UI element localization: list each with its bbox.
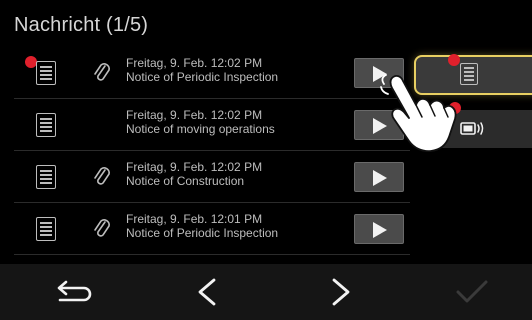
hand-pointer-icon (380, 74, 457, 152)
next-icon (332, 278, 350, 306)
message-row[interactable]: Freitag, 9. Feb. 12:02 PM Notice of movi… (14, 98, 410, 151)
play-button[interactable] (354, 214, 404, 244)
message-row[interactable]: Freitag, 9. Feb. 12:02 PM Notice of Peri… (14, 46, 410, 99)
next-button[interactable] (300, 264, 380, 320)
bottom-nav-bar (0, 264, 532, 320)
attachment-clip-icon (94, 219, 110, 237)
message-subject: Notice of Construction (126, 174, 245, 188)
message-document-icon (36, 165, 56, 189)
attachment-clip-icon (94, 167, 110, 185)
message-document-icon (36, 217, 56, 241)
message-list-screen: Nachricht (1/5) Freitag, 9. Feb. 12:02 P… (0, 0, 532, 320)
message-date: Freitag, 9. Feb. 12:02 PM (126, 56, 263, 70)
side-message-badge (448, 54, 460, 66)
message-subject: Notice of moving operations (126, 122, 275, 136)
message-date: Freitag, 9. Feb. 12:02 PM (126, 160, 263, 174)
message-subject: Notice of Periodic Inspection (126, 226, 279, 240)
previous-button[interactable] (168, 264, 248, 320)
confirm-button[interactable] (432, 264, 512, 320)
message-document-icon (36, 61, 56, 85)
play-icon (373, 170, 387, 186)
back-button[interactable] (32, 264, 112, 320)
back-icon (57, 280, 92, 302)
message-subject: Notice of Periodic Inspection (126, 70, 279, 84)
attachment-clip-icon (94, 63, 110, 81)
message-document-icon (36, 113, 56, 137)
message-row[interactable]: Freitag, 9. Feb. 12:01 PM Notice of Peri… (14, 202, 410, 255)
play-icon (373, 222, 387, 238)
confirm-check-icon (456, 280, 488, 303)
page-title: Nachricht (1/5) (14, 14, 149, 36)
message-date: Freitag, 9. Feb. 12:01 PM (126, 212, 263, 226)
message-row[interactable]: Freitag, 9. Feb. 12:02 PM Notice of Cons… (14, 150, 410, 203)
play-button[interactable] (354, 162, 404, 192)
previous-icon (198, 278, 216, 306)
message-date: Freitag, 9. Feb. 12:02 PM (126, 108, 263, 122)
